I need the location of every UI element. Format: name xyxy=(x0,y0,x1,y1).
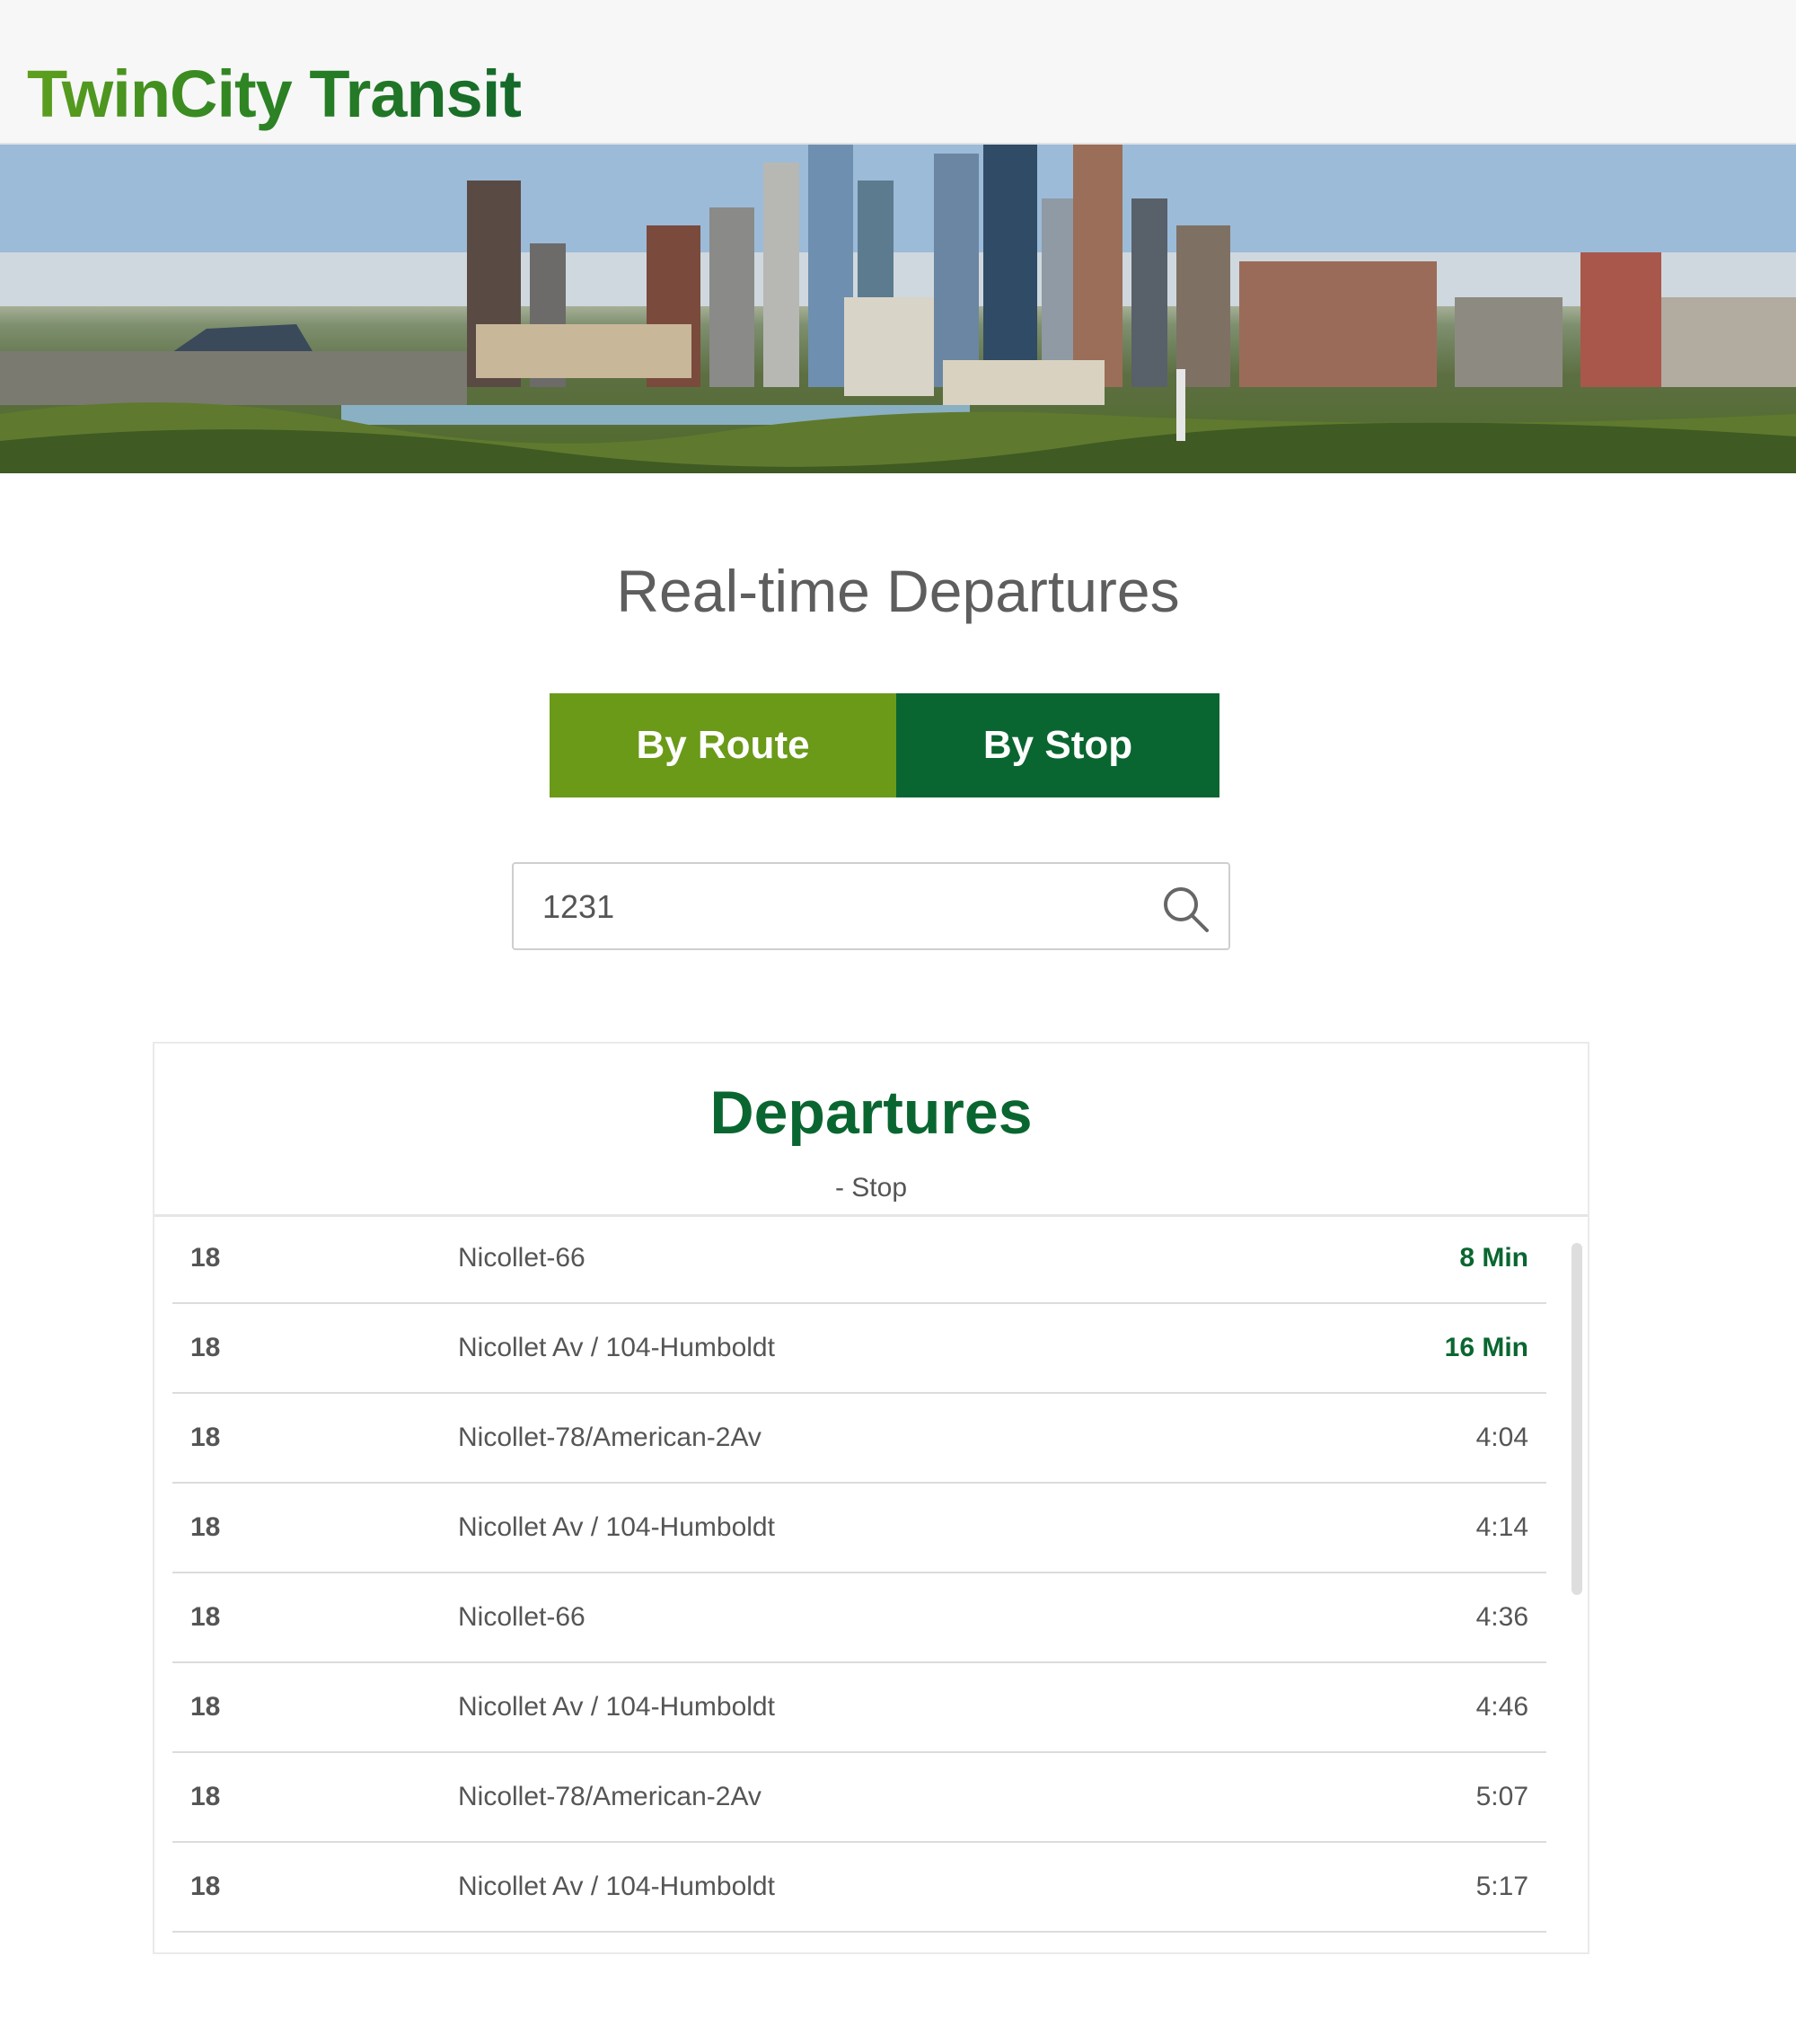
destination: Nicollet Av / 104-Humboldt xyxy=(458,1333,775,1362)
departure-time: 16 Min xyxy=(1444,1333,1528,1362)
departure-time: 4:04 xyxy=(1475,1423,1528,1452)
destination: Nicollet-78/American-2Av xyxy=(458,1782,762,1811)
route-number: 18 xyxy=(190,1423,221,1452)
departure-time: 5:17 xyxy=(1475,1872,1528,1901)
destination: Nicollet Av / 104-Humboldt xyxy=(458,1692,775,1722)
city-skyline-banner xyxy=(0,145,1796,473)
departure-row[interactable]: 18 Nicollet Av / 104-Humboldt 4:46 xyxy=(172,1663,1546,1753)
skyline-illustration xyxy=(0,145,1796,473)
departures-subtitle: - Stop xyxy=(834,1173,908,1203)
search-icon[interactable] xyxy=(1160,884,1211,934)
route-number: 18 xyxy=(190,1602,221,1632)
page-title: Real-time Departures xyxy=(616,558,1180,624)
departure-row[interactable]: 18 Nicollet Av / 104-Humboldt 16 Min xyxy=(172,1304,1546,1394)
departure-row[interactable]: 18 Nicollet Av / 104-Humboldt 5:17 xyxy=(172,1843,1546,1933)
destination: Nicollet-78/American-2Av xyxy=(458,1423,762,1452)
departure-row[interactable]: 18 Nicollet-66 8 Min xyxy=(172,1214,1546,1304)
departures-title: Departures xyxy=(709,1079,1033,1147)
route-number: 18 xyxy=(190,1782,221,1811)
destination: Nicollet-66 xyxy=(458,1243,585,1273)
tab-by-route[interactable]: By Route xyxy=(550,693,896,797)
route-number: 18 xyxy=(190,1692,221,1722)
departure-row[interactable]: 18 Nicollet Av / 104-Humboldt 4:14 xyxy=(172,1484,1546,1573)
departure-row[interactable]: 18 Nicollet-78/American-2Av 4:04 xyxy=(172,1394,1546,1484)
destination: Nicollet Av / 104-Humboldt xyxy=(458,1512,775,1542)
departures-panel: Departures - Stop 18 Nicollet-66 8 Min 1… xyxy=(153,1042,1589,1954)
departure-time: 4:36 xyxy=(1475,1602,1528,1632)
view-toggle: By Route By Stop xyxy=(550,693,1219,797)
departure-time: 4:46 xyxy=(1475,1692,1528,1722)
stop-search-input[interactable] xyxy=(541,864,1155,950)
stop-search-box xyxy=(512,862,1230,950)
departures-header: Departures - Stop xyxy=(154,1044,1588,1217)
route-number: 18 xyxy=(190,1243,221,1273)
route-number: 18 xyxy=(190,1872,221,1901)
brand-logo[interactable]: TwinCity Transit xyxy=(27,54,522,135)
destination: Nicollet-66 xyxy=(458,1602,585,1632)
tab-by-stop[interactable]: By Stop xyxy=(896,693,1219,797)
departure-row[interactable]: 18 Nicollet-78/American-2Av 5:07 xyxy=(172,1753,1546,1843)
list-scrollbar[interactable] xyxy=(1572,1243,1582,1595)
route-number: 18 xyxy=(190,1333,221,1362)
departure-time: 5:07 xyxy=(1475,1782,1528,1811)
departure-time: 8 Min xyxy=(1459,1243,1528,1273)
departure-row[interactable]: 18 Nicollet-66 4:36 xyxy=(172,1573,1546,1663)
route-number: 18 xyxy=(190,1512,221,1542)
site-header: TwinCity Transit xyxy=(0,0,1796,145)
departures-list[interactable]: 18 Nicollet-66 8 Min 18 Nicollet Av / 10… xyxy=(172,1214,1546,1951)
departure-time: 4:14 xyxy=(1475,1512,1528,1542)
destination: Nicollet Av / 104-Humboldt xyxy=(458,1872,775,1901)
